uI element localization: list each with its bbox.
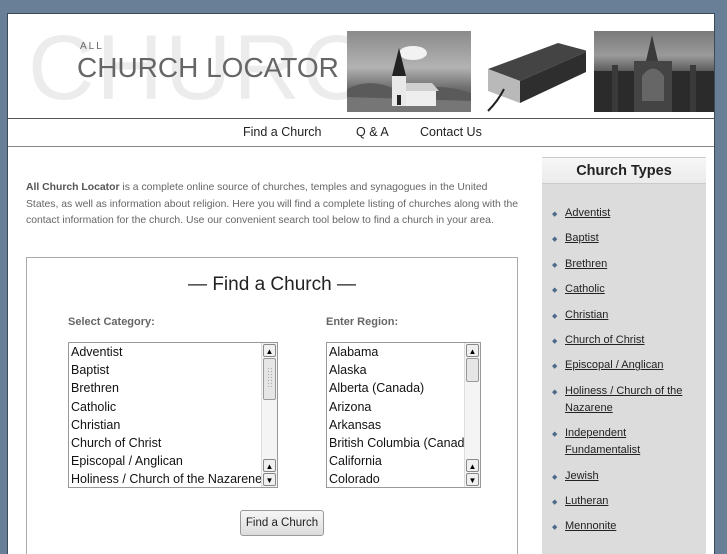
scroll-up-arrow-icon[interactable]: ▲ <box>263 459 276 472</box>
diamond-bullet-icon: ◆ <box>552 312 558 320</box>
page: CHURCH ALL CHURCH LOCATOR Find a Church … <box>7 13 715 554</box>
nav-contact-us[interactable]: Contact Us <box>420 125 482 139</box>
region-option[interactable]: Colorado <box>327 470 480 487</box>
diamond-bullet-icon: ◆ <box>552 388 558 396</box>
church-type-link[interactable]: Christian <box>565 309 608 321</box>
bible-photo <box>476 31 586 112</box>
region-option[interactable]: Arkansas <box>327 416 480 434</box>
list-item: ◆ Jewish <box>552 468 702 485</box>
diamond-bullet-icon: ◆ <box>552 524 558 532</box>
church-type-link[interactable]: Episcopal / Anglican <box>565 359 663 371</box>
list-item: ◆ Baptist <box>552 230 702 247</box>
list-item: ◆ Episcopal / Anglican <box>552 357 702 374</box>
church-types-sidebar: Church Types ◆ Adventist ◆ Baptist ◆ Brethr… <box>542 157 706 554</box>
nav-find-a-church[interactable]: Find a Church <box>243 125 322 139</box>
diamond-bullet-icon: ◆ <box>552 337 558 345</box>
logo[interactable]: CHURCH LOCATOR <box>77 52 339 84</box>
church-type-link[interactable]: Lutheran <box>565 495 608 507</box>
scroll-down-arrow-icon[interactable]: ▼ <box>263 473 276 486</box>
sidebar-title: Church Types <box>542 157 706 184</box>
category-option[interactable]: Adventist <box>69 343 277 361</box>
region-option[interactable]: Arizona <box>327 398 480 416</box>
list-item: ◆ Independent Fundamentalist <box>552 425 665 459</box>
diamond-bullet-icon: ◆ <box>552 431 558 439</box>
church-type-link[interactable]: Independent Fundamentalist <box>565 427 640 456</box>
diamond-bullet-icon: ◆ <box>552 287 558 295</box>
scroll-thumb[interactable] <box>466 358 479 382</box>
church-type-link[interactable]: Adventist <box>565 207 610 219</box>
list-item: ◆ Catholic <box>552 281 702 298</box>
church-type-link[interactable]: Church of Christ <box>565 334 644 346</box>
scroll-thumb[interactable] <box>263 358 276 400</box>
category-listbox[interactable]: Adventist Baptist Brethren Catholic Chri… <box>68 342 278 488</box>
list-item: ◆ Church of Christ <box>552 332 702 349</box>
finder-title: — Find a Church — <box>188 274 356 295</box>
church-type-link[interactable]: Brethren <box>565 258 607 270</box>
nav-q-and-a[interactable]: Q & A <box>356 125 389 139</box>
diamond-bullet-icon: ◆ <box>552 473 558 481</box>
church-type-link[interactable]: Jewish <box>565 470 599 482</box>
diamond-bullet-icon: ◆ <box>552 211 558 218</box>
list-item: ◆ Lutheran <box>552 493 702 510</box>
scroll-down-arrow-icon[interactable]: ▼ <box>466 473 479 486</box>
region-option[interactable]: California <box>327 452 480 470</box>
region-option[interactable]: Alaska <box>327 361 480 379</box>
scroll-up-arrow-icon[interactable]: ▲ <box>263 344 276 357</box>
region-option[interactable]: Alabama <box>327 343 480 361</box>
region-scrollbar[interactable]: ▲ ▲ ▼ <box>464 343 480 487</box>
church-type-link[interactable]: Mennonite <box>565 520 616 532</box>
scroll-up-arrow-icon[interactable]: ▲ <box>466 459 479 472</box>
category-option[interactable]: Brethren <box>69 379 277 397</box>
church-types-list: ◆ Adventist ◆ Baptist ◆ Brethren ◆ Catholic … <box>552 205 702 544</box>
intro-brand: All Church Locator <box>26 182 120 193</box>
list-item: ◆ Adventist <box>552 205 702 222</box>
intro-paragraph: All Church Locator is a complete online … <box>26 180 522 230</box>
list-item: ◆ Brethren <box>552 256 702 273</box>
scroll-up-arrow-icon[interactable]: ▲ <box>466 344 479 357</box>
region-option[interactable]: Alberta (Canada) <box>327 379 480 397</box>
region-option[interactable]: British Columbia (Canada) <box>327 434 464 452</box>
category-option[interactable]: Holiness / Church of the Nazarene <box>69 470 261 487</box>
find-church-panel: — Find a Church — Select Category: Enter… <box>26 257 518 554</box>
category-option[interactable]: Episcopal / Anglican <box>69 452 277 470</box>
category-option[interactable]: Baptist <box>69 361 277 379</box>
diamond-bullet-icon: ◆ <box>552 363 558 371</box>
church-type-link[interactable]: Catholic <box>565 283 605 295</box>
category-option[interactable]: Catholic <box>69 398 277 416</box>
find-church-button[interactable]: Find a Church <box>240 510 324 536</box>
header: CHURCH ALL CHURCH LOCATOR <box>8 14 714 118</box>
list-item: ◆ Christian <box>552 307 702 324</box>
region-label: Enter Region: <box>326 316 399 328</box>
category-option[interactable]: Christian <box>69 416 277 434</box>
list-item: ◆ Holiness / Church of the Nazarene <box>552 383 702 417</box>
church-type-link[interactable]: Holiness / Church of the Nazarene <box>565 385 682 414</box>
diamond-bullet-icon: ◆ <box>552 236 558 244</box>
diamond-bullet-icon: ◆ <box>552 498 558 506</box>
list-item: ◆ Mennonite <box>552 518 702 535</box>
diamond-bullet-icon: ◆ <box>552 261 558 269</box>
church-type-link[interactable]: Baptist <box>565 232 599 244</box>
region-listbox[interactable]: Alabama Alaska Alberta (Canada) Arizona … <box>326 342 481 488</box>
main-nav: Find a Church Q & A Contact Us <box>8 118 714 147</box>
logo-small-text: ALL <box>80 41 104 52</box>
cathedral-photo <box>594 31 714 112</box>
category-scrollbar[interactable]: ▲ ▲ ▼ <box>261 343 277 487</box>
church-photo <box>347 31 471 112</box>
category-label: Select Category: <box>68 316 155 328</box>
category-option[interactable]: Church of Christ <box>69 434 277 452</box>
